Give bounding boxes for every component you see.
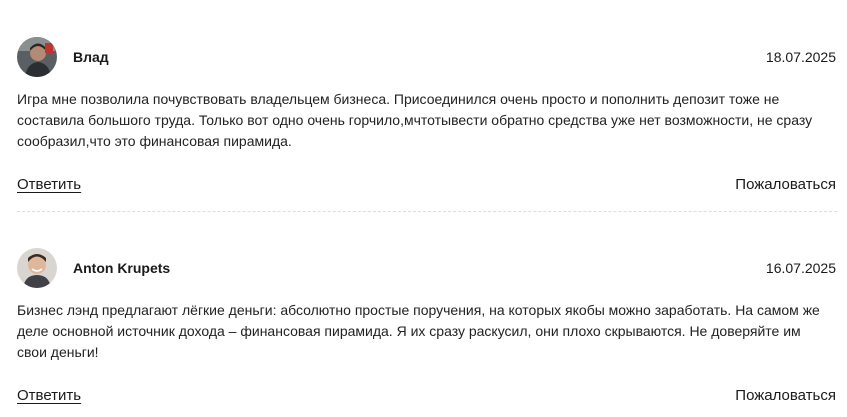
review-header: Влад 18.07.2025 [17,37,837,77]
review-text: Игра мне позволила почувствовать владель… [17,91,813,149]
review-actions: Ответить Пожаловаться [17,387,837,409]
reply-link[interactable]: Ответить [17,387,81,404]
report-link[interactable]: Пожаловаться [735,176,836,193]
review-actions: Ответить Пожаловаться [17,176,837,198]
review-divider [17,211,837,212]
report-link[interactable]: Пожаловаться [735,387,836,404]
user-avatar-icon [17,37,57,77]
review-author: Anton Krupets [73,260,171,276]
review-author: Влад [73,49,109,65]
review-header: Anton Krupets 16.07.2025 [17,248,837,288]
user-avatar-icon [17,248,57,288]
review-text: Бизнес лэнд предлагают лёгкие деньги: аб… [17,302,820,360]
reply-link[interactable]: Ответить [17,176,81,193]
review-date: 16.07.2025 [765,260,836,276]
review-date: 18.07.2025 [765,49,836,65]
